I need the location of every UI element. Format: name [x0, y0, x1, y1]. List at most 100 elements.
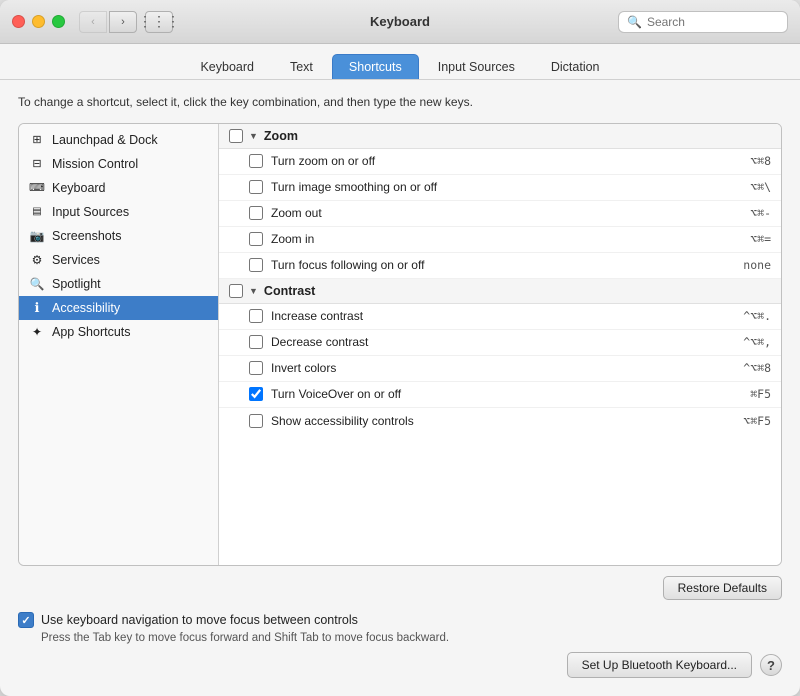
keyboard-nav-row: Use keyboard navigation to move focus be…	[18, 612, 782, 628]
main-window: ‹ › ⋮⋮⋮ Keyboard 🔍 Keyboard Text Shortcu…	[0, 0, 800, 696]
shortcut-zoom-in[interactable]: Zoom in ⌥⌘=	[219, 227, 781, 253]
back-button[interactable]: ‹	[79, 11, 107, 33]
sidebar-item-services[interactable]: ⚙ Services	[19, 248, 218, 272]
sidebar-item-launchpad[interactable]: ⊞ Launchpad & Dock	[19, 128, 218, 152]
shortcut-label: Increase contrast	[271, 309, 733, 323]
traffic-lights	[12, 15, 65, 28]
search-box[interactable]: 🔍	[618, 11, 788, 33]
sidebar-item-spotlight[interactable]: 🔍 Spotlight	[19, 272, 218, 296]
show-accessibility-checkbox[interactable]	[249, 414, 263, 428]
close-button[interactable]	[12, 15, 25, 28]
spotlight-icon: 🔍	[29, 276, 45, 292]
shortcut-turn-zoom[interactable]: Turn zoom on or off ⌥⌘8	[219, 149, 781, 175]
keyboard-nav-sublabel: Press the Tab key to move focus forward …	[18, 632, 782, 644]
zoom-group-header[interactable]: ▼ Zoom	[219, 124, 781, 149]
sidebar: ⊞ Launchpad & Dock ⊟ Mission Control ⌨ K…	[19, 124, 219, 565]
keyboard-nav-checkbox[interactable]	[18, 612, 34, 628]
zoom-group-label: Zoom	[264, 129, 298, 143]
bottom-controls: Restore Defaults	[18, 572, 782, 604]
titlebar: ‹ › ⋮⋮⋮ Keyboard 🔍	[0, 0, 800, 44]
tabs-bar: Keyboard Text Shortcuts Input Sources Di…	[0, 44, 800, 80]
shortcut-key: ⌥⌘=	[750, 232, 771, 246]
shortcut-image-smoothing[interactable]: Turn image smoothing on or off ⌥⌘\	[219, 175, 781, 201]
app-shortcuts-icon: ✦	[29, 324, 45, 340]
shortcut-increase-contrast[interactable]: Increase contrast ^⌥⌘.	[219, 304, 781, 330]
decrease-contrast-checkbox[interactable]	[249, 335, 263, 349]
forward-button[interactable]: ›	[109, 11, 137, 33]
shortcut-label: Decrease contrast	[271, 335, 733, 349]
sidebar-item-mission-control[interactable]: ⊟ Mission Control	[19, 152, 218, 176]
tab-dictation[interactable]: Dictation	[534, 54, 617, 79]
invert-colors-checkbox[interactable]	[249, 361, 263, 375]
zoom-triangle-icon: ▼	[249, 131, 258, 141]
sidebar-item-screenshots[interactable]: 📷 Screenshots	[19, 224, 218, 248]
turn-zoom-checkbox[interactable]	[249, 154, 263, 168]
zoom-in-checkbox[interactable]	[249, 232, 263, 246]
shortcut-decrease-contrast[interactable]: Decrease contrast ^⌥⌘,	[219, 330, 781, 356]
sidebar-item-label: Accessibility	[52, 301, 120, 315]
focus-following-checkbox[interactable]	[249, 258, 263, 272]
shortcut-key: ^⌥⌘,	[743, 335, 771, 349]
shortcut-voiceover[interactable]: Turn VoiceOver on or off ⌘F5	[219, 382, 781, 408]
shortcut-key: ⌥⌘\	[750, 180, 771, 194]
restore-defaults-button[interactable]: Restore Defaults	[663, 576, 782, 600]
voiceover-checkbox[interactable]	[249, 387, 263, 401]
shortcut-key: ⌥⌘F5	[743, 414, 771, 428]
bluetooth-keyboard-button[interactable]: Set Up Bluetooth Keyboard...	[567, 652, 752, 678]
shortcut-key: none	[743, 258, 771, 272]
search-icon: 🔍	[627, 15, 642, 29]
sidebar-item-keyboard[interactable]: ⌨ Keyboard	[19, 176, 218, 200]
tab-input-sources[interactable]: Input Sources	[421, 54, 532, 79]
shortcut-label: Turn zoom on or off	[271, 154, 740, 168]
shortcut-key: ^⌥⌘.	[743, 309, 771, 323]
sidebar-item-label: Services	[52, 253, 100, 267]
shortcut-label: Invert colors	[271, 361, 733, 375]
increase-contrast-checkbox[interactable]	[249, 309, 263, 323]
sidebar-item-label: Mission Control	[52, 157, 138, 171]
help-button[interactable]: ?	[760, 654, 782, 676]
sidebar-item-app-shortcuts[interactable]: ✦ App Shortcuts	[19, 320, 218, 344]
image-smoothing-checkbox[interactable]	[249, 180, 263, 194]
shortcut-show-accessibility[interactable]: Show accessibility controls ⌥⌘F5	[219, 408, 781, 434]
maximize-button[interactable]	[52, 15, 65, 28]
shortcut-label: Turn image smoothing on or off	[271, 180, 740, 194]
tab-keyboard[interactable]: Keyboard	[183, 54, 271, 79]
shortcut-invert-colors[interactable]: Invert colors ^⌥⌘8	[219, 356, 781, 382]
shortcut-label: Zoom out	[271, 206, 740, 220]
sidebar-item-label: Input Sources	[52, 205, 129, 219]
shortcut-key: ⌘F5	[750, 387, 771, 401]
shortcut-label: Show accessibility controls	[271, 414, 733, 428]
minimize-button[interactable]	[32, 15, 45, 28]
instruction-text: To change a shortcut, select it, click t…	[18, 94, 782, 111]
sidebar-item-label: Spotlight	[52, 277, 101, 291]
search-input[interactable]	[647, 15, 779, 29]
footer: Use keyboard navigation to move focus be…	[18, 604, 782, 686]
shortcut-key: ⌥⌘8	[750, 154, 771, 168]
contrast-triangle-icon: ▼	[249, 286, 258, 296]
contrast-group-label: Contrast	[264, 284, 315, 298]
sidebar-item-accessibility[interactable]: ℹ Accessibility	[19, 296, 218, 320]
main-panel: ⊞ Launchpad & Dock ⊟ Mission Control ⌨ K…	[18, 123, 782, 566]
shortcut-label: Zoom in	[271, 232, 740, 246]
keyboard-nav-label: Use keyboard navigation to move focus be…	[41, 613, 358, 627]
keyboard-icon: ⌨	[29, 180, 45, 196]
tab-text[interactable]: Text	[273, 54, 330, 79]
zoom-out-checkbox[interactable]	[249, 206, 263, 220]
shortcut-label: Turn VoiceOver on or off	[271, 387, 740, 401]
sidebar-item-input-sources[interactable]: ▤ Input Sources	[19, 200, 218, 224]
window-title: Keyboard	[370, 14, 430, 29]
shortcut-key: ^⌥⌘8	[743, 361, 771, 375]
grid-button[interactable]: ⋮⋮⋮	[145, 11, 173, 33]
accessibility-icon: ℹ	[29, 300, 45, 316]
zoom-group-checkbox[interactable]	[229, 129, 243, 143]
contrast-group-header[interactable]: ▼ Contrast	[219, 279, 781, 304]
sidebar-item-label: App Shortcuts	[52, 325, 131, 339]
shortcut-label: Turn focus following on or off	[271, 258, 733, 272]
input-sources-icon: ▤	[29, 204, 45, 220]
mission-control-icon: ⊟	[29, 156, 45, 172]
tab-shortcuts[interactable]: Shortcuts	[332, 54, 419, 79]
shortcut-focus-following[interactable]: Turn focus following on or off none	[219, 253, 781, 279]
contrast-group-checkbox[interactable]	[229, 284, 243, 298]
content-area: To change a shortcut, select it, click t…	[0, 80, 800, 696]
shortcut-zoom-out[interactable]: Zoom out ⌥⌘-	[219, 201, 781, 227]
